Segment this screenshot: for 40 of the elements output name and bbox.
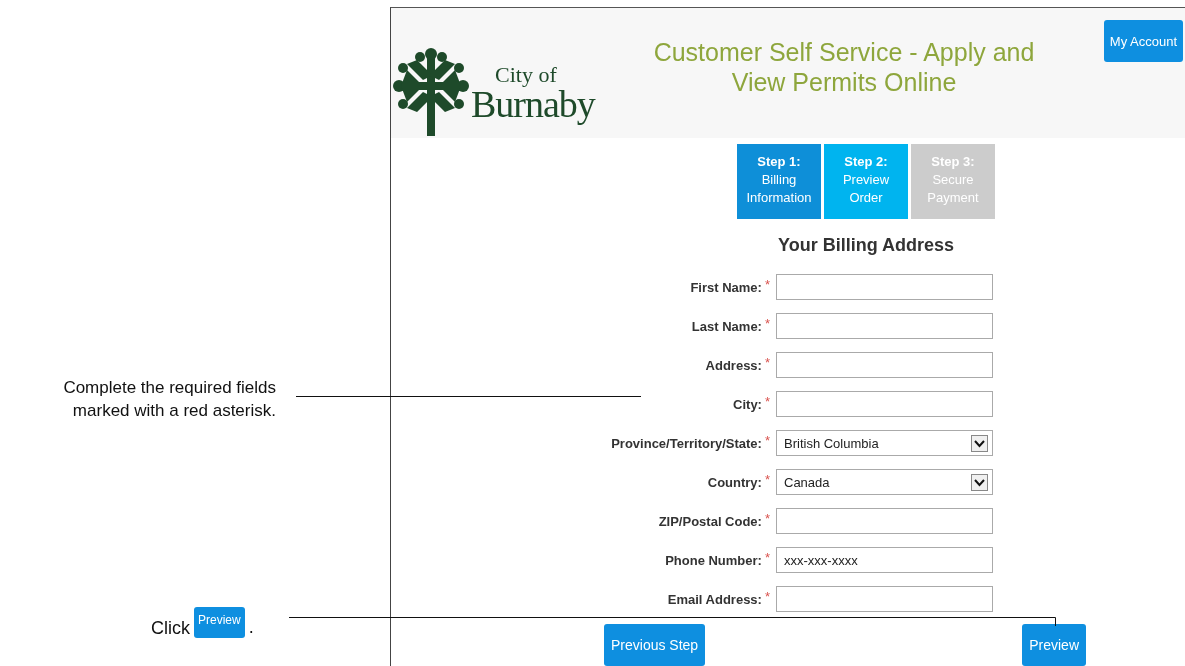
field-label: Country: — [707, 474, 762, 490]
text-input-field[interactable] — [776, 508, 993, 534]
instruction-text: Click — [151, 618, 190, 638]
required-asterisk-icon: * — [764, 589, 770, 604]
field-label: Province/Territory/State: — [611, 435, 762, 451]
required-asterisk-icon: * — [764, 355, 770, 370]
text-input-field[interactable] — [776, 391, 993, 417]
page-title: Customer Self Service - Apply and View Permits Online — [652, 37, 1036, 97]
field-label: ZIP/Postal Code: — [658, 513, 762, 529]
instruction-text: Complete the required fields marked with a red asterisk. — [62, 377, 276, 422]
field-label: Last Name: — [691, 318, 762, 334]
chevron-down-icon — [971, 473, 988, 491]
field-label: Address: — [705, 357, 762, 373]
required-asterisk-icon: * — [764, 511, 770, 526]
text-input-field[interactable] — [776, 352, 993, 378]
chevron-down-icon — [971, 434, 988, 452]
required-asterisk-icon: * — [764, 394, 770, 409]
snowflake-tree-icon — [393, 46, 469, 136]
text-input-field[interactable]: xxx-xxx-xxxx — [776, 547, 993, 573]
text-input-field[interactable] — [776, 586, 993, 612]
form-heading: Your Billing Address — [777, 234, 955, 256]
logo-text: City of — [495, 64, 558, 86]
dropdown-field[interactable]: British Columbia — [776, 430, 993, 456]
required-asterisk-icon: * — [764, 550, 770, 565]
text-input-field[interactable] — [776, 274, 993, 300]
text-input-field[interactable] — [776, 313, 993, 339]
field-label: Email Address: — [667, 591, 762, 607]
step-number: Step 2: — [844, 153, 888, 171]
required-asterisk-icon: * — [764, 316, 770, 331]
step-label: Billing Information — [745, 171, 813, 207]
instruction-text: . — [248, 617, 254, 638]
field-label: City: — [733, 396, 762, 412]
dropdown-field[interactable]: Canada — [776, 469, 993, 495]
required-asterisk-icon: * — [764, 433, 770, 448]
required-asterisk-icon: * — [764, 277, 770, 292]
step-number: Step 1: — [757, 153, 801, 171]
field-label: Phone Number: — [665, 552, 762, 568]
field-label: First Name: — [690, 279, 762, 295]
step-label: Preview Order — [841, 171, 891, 207]
required-asterisk-icon: * — [764, 472, 770, 487]
